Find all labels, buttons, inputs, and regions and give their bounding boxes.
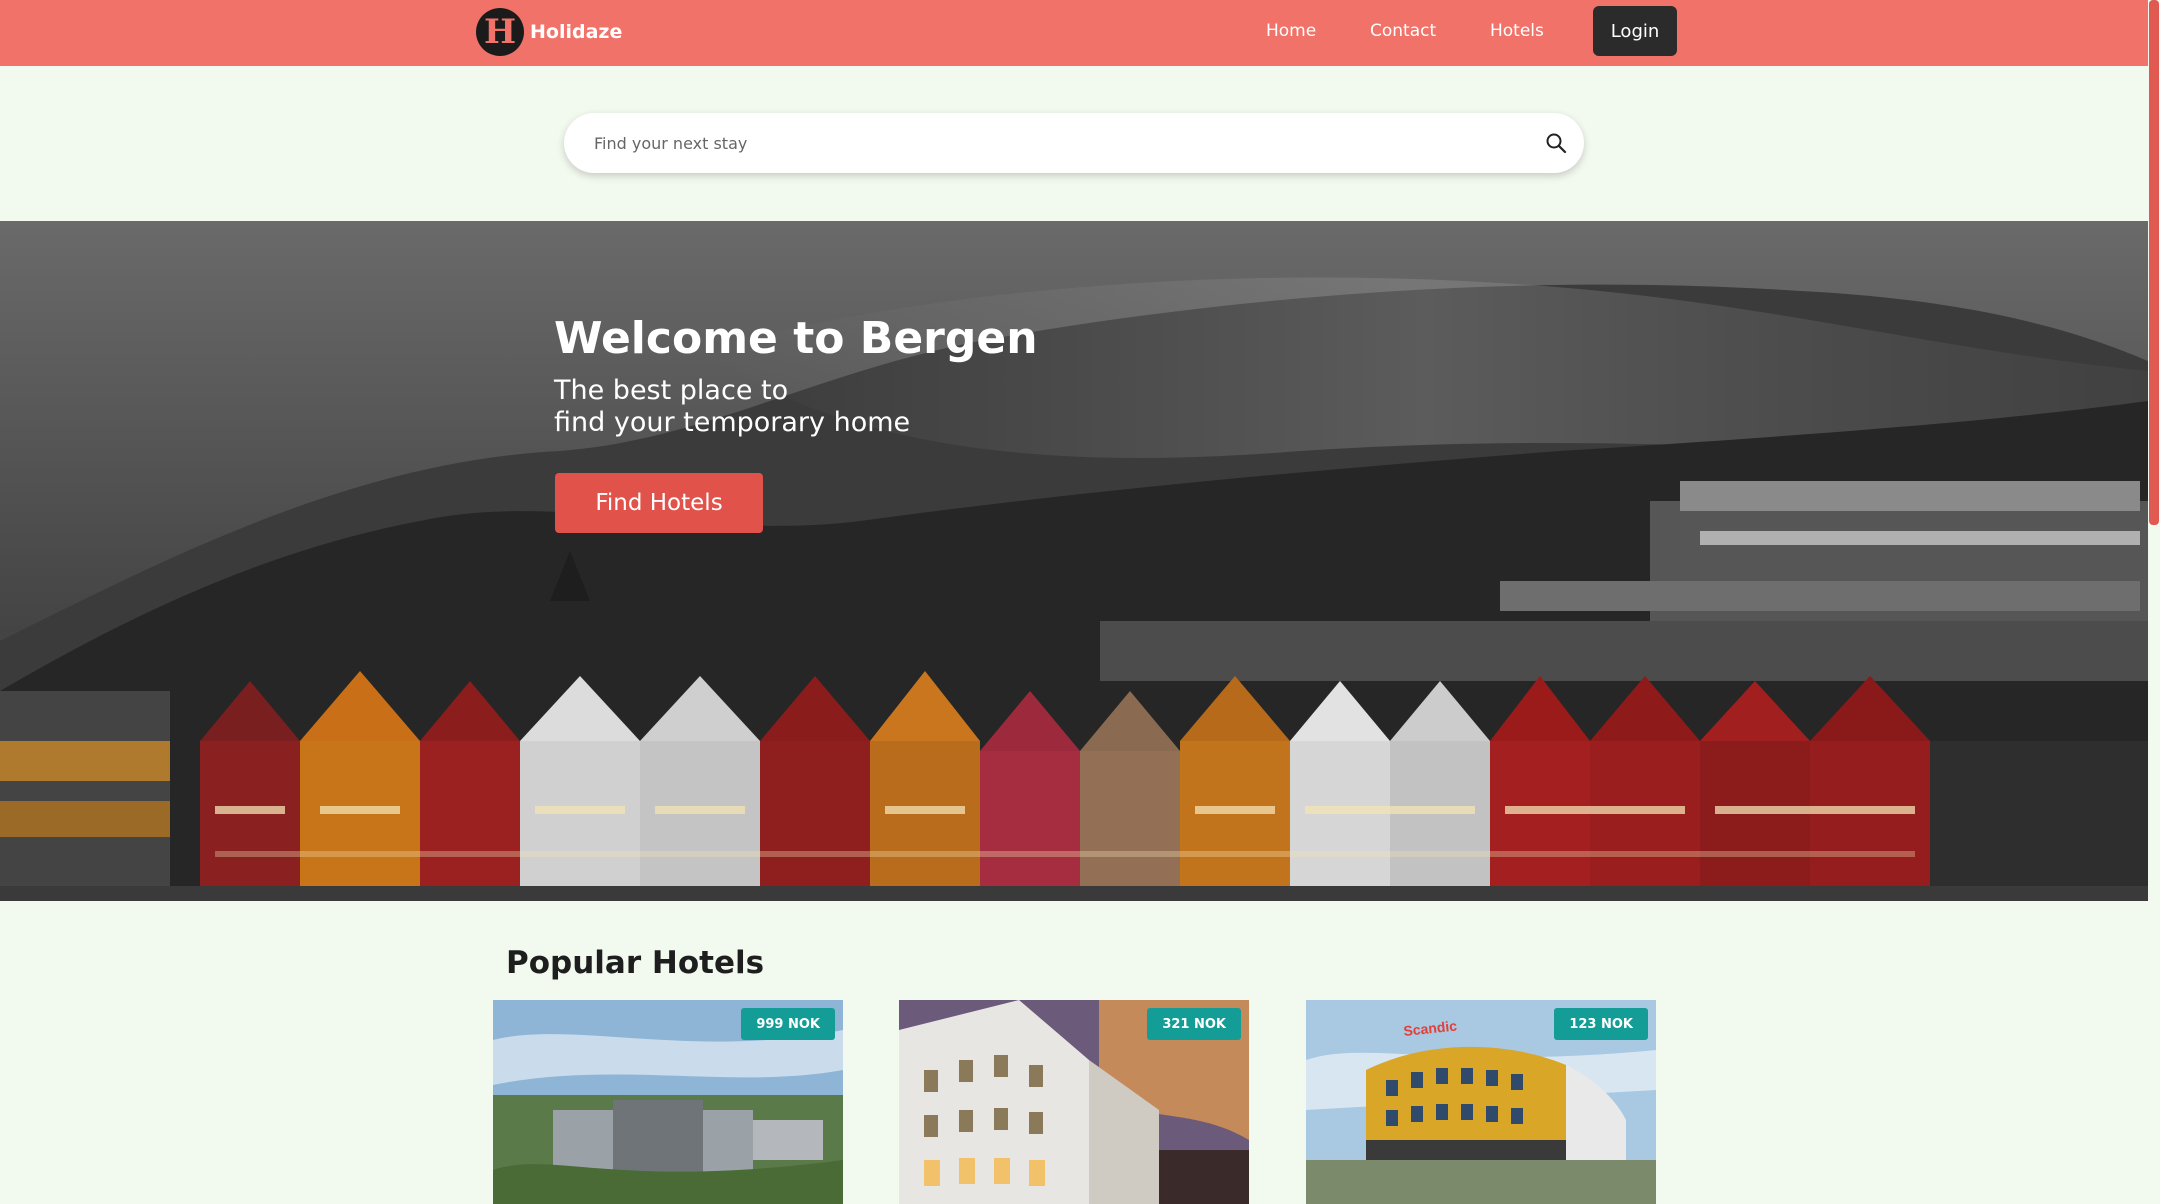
- nav-link-hotels[interactable]: Hotels: [1490, 21, 1544, 41]
- brand-name: Holidaze: [530, 21, 623, 43]
- login-button[interactable]: Login: [1593, 6, 1677, 56]
- search-input[interactable]: [594, 113, 1494, 173]
- find-hotels-button[interactable]: Find Hotels: [555, 473, 763, 533]
- nav-link-home[interactable]: Home: [1266, 21, 1316, 41]
- scrollbar-thumb[interactable]: [2149, 0, 2159, 525]
- hero-title: Welcome to Bergen: [554, 313, 1038, 364]
- hero-banner: Welcome to Bergen The best place to find…: [0, 221, 2148, 901]
- hero-background-image: [0, 221, 2148, 901]
- brand-logo-link[interactable]: H Holidaze: [476, 8, 622, 56]
- hotel-card[interactable]: Scandic 123 NOK: [1306, 1000, 1656, 1204]
- hero-subtitle: The best place to find your temporary ho…: [554, 375, 1054, 439]
- hotel-card[interactable]: 999 NOK: [493, 1000, 843, 1204]
- logo-icon: H: [476, 8, 524, 56]
- logo-letter: H: [483, 12, 517, 52]
- popular-hotels-heading: Popular Hotels: [506, 945, 765, 981]
- search-icon[interactable]: [1544, 131, 1568, 155]
- price-badge: 321 NOK: [1147, 1008, 1241, 1040]
- hero-subtitle-line-1: The best place to: [554, 375, 789, 406]
- page-scrollbar[interactable]: [2148, 0, 2160, 1204]
- price-badge: 999 NOK: [741, 1008, 835, 1040]
- top-navbar: H Holidaze Home Contact Hotels Login: [0, 0, 2148, 66]
- hero-subtitle-line-2: find your temporary home: [554, 407, 911, 438]
- nav-link-contact[interactable]: Contact: [1370, 21, 1436, 41]
- price-badge: 123 NOK: [1554, 1008, 1648, 1040]
- page: H Holidaze Home Contact Hotels Login Fin…: [0, 0, 2160, 1204]
- search-bar: [564, 113, 1584, 173]
- hotel-card[interactable]: 321 NOK: [899, 1000, 1249, 1204]
